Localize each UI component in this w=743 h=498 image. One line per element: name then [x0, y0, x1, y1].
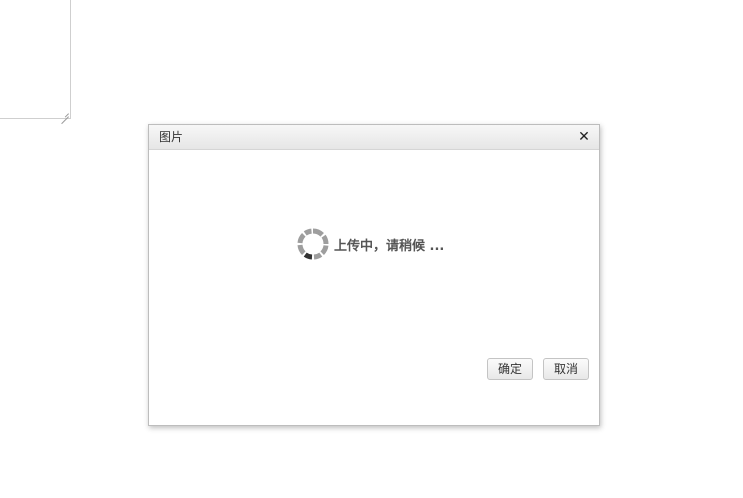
loading-indicator: 上传中，请稍候 ... [297, 228, 444, 260]
close-icon[interactable]: ✕ [577, 129, 591, 145]
dialog-footer: 确定 取消 [487, 358, 589, 380]
confirm-button[interactable]: 确定 [487, 358, 533, 380]
image-upload-dialog: 图片 ✕ 上传中，请稍候 ... 确定 取消 [148, 124, 600, 426]
loading-spinner-icon [297, 228, 329, 260]
cancel-button[interactable]: 取消 [543, 358, 589, 380]
dialog-title: 图片 [159, 130, 184, 144]
background-textarea[interactable] [0, 0, 71, 119]
dialog-body: 上传中，请稍候 ... 确定 取消 [149, 150, 599, 390]
loading-text: 上传中，请稍候 ... [334, 238, 445, 254]
resize-grip-icon[interactable] [61, 109, 69, 117]
dialog-header[interactable]: 图片 ✕ [149, 125, 599, 150]
